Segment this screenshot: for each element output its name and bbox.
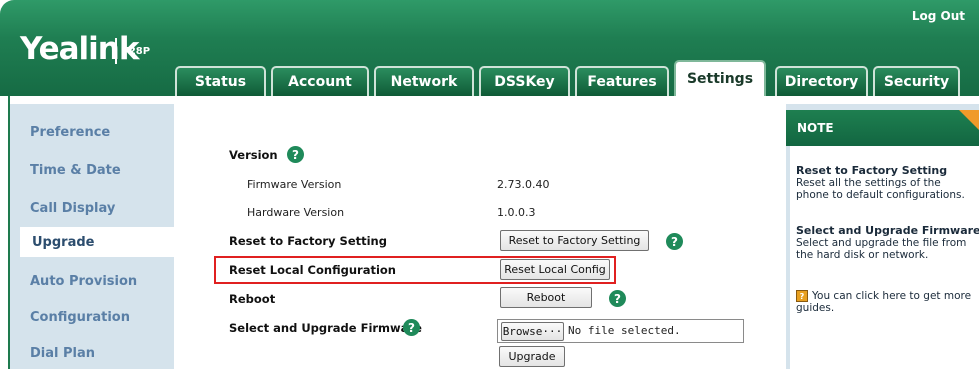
reset-factory-label: Reset to Factory Setting [229, 234, 387, 248]
tab-features[interactable]: Features [575, 66, 669, 96]
tab-security[interactable]: Security [873, 66, 960, 96]
firmware-version-value: 2.73.0.40 [497, 178, 550, 191]
tab-dsskey[interactable]: DSSKey [479, 66, 570, 96]
note-upgrade-text: Select and upgrade the file from the har… [796, 237, 967, 261]
sidebar-item-auto-provision[interactable]: Auto Provision [30, 274, 137, 289]
reset-local-button[interactable]: Reset Local Config [500, 259, 610, 280]
brand-logo: Yealink [20, 31, 139, 67]
version-help-icon[interactable]: ? [287, 146, 304, 163]
reset-factory-button[interactable]: Reset to Factory Setting [500, 230, 649, 251]
note-reset-text: Reset all the settings of the phone to d… [796, 177, 965, 201]
file-status-text: No file selected. [568, 324, 681, 337]
sidebar-item-time-date[interactable]: Time & Date [30, 163, 121, 178]
reboot-button[interactable]: Reboot [500, 287, 592, 308]
note-guide-link[interactable]: You can click here to get more guides. [796, 290, 976, 314]
sidebar-item-preference[interactable]: Preference [30, 125, 110, 140]
tab-status[interactable]: Status [175, 66, 266, 96]
reboot-help-icon[interactable]: ? [609, 290, 626, 307]
note-upgrade-heading: Select and Upgrade Firmware [796, 224, 979, 237]
firmware-version-label: Firmware Version [247, 178, 342, 191]
upgrade-firmware-help-icon[interactable]: ? [403, 319, 420, 336]
tab-directory[interactable]: Directory [775, 66, 868, 96]
upgrade-button[interactable]: Upgrade [499, 346, 565, 367]
sidebar-item-upgrade[interactable]: Upgrade [20, 227, 174, 257]
sidebar-item-dial-plan[interactable]: Dial Plan [30, 346, 95, 361]
tab-account[interactable]: Account [271, 66, 369, 96]
hardware-version-label: Hardware Version [247, 206, 345, 219]
hardware-version-value: 1.0.0.3 [497, 206, 536, 219]
note-corner-fold [959, 110, 979, 130]
model-label: T28P [122, 46, 151, 57]
note-reset-heading: Reset to Factory Setting [796, 164, 948, 177]
tab-network[interactable]: Network [374, 66, 474, 96]
upgrade-firmware-label: Select and Upgrade Firmware [229, 321, 422, 335]
reboot-label: Reboot [229, 292, 276, 306]
tab-settings[interactable]: Settings [674, 60, 766, 96]
reset-factory-help-icon[interactable]: ? [666, 233, 683, 250]
logo-separator [115, 38, 117, 64]
sidebar-item-configuration[interactable]: Configuration [30, 310, 130, 325]
version-label: Version [229, 148, 278, 162]
note-title: NOTE [797, 121, 834, 135]
browse-button[interactable]: Browse··· [501, 322, 564, 341]
logout-link[interactable]: Log Out [912, 9, 965, 23]
sidebar-item-call-display[interactable]: Call Display [30, 201, 115, 216]
reset-local-label: Reset Local Configuration [229, 263, 396, 277]
